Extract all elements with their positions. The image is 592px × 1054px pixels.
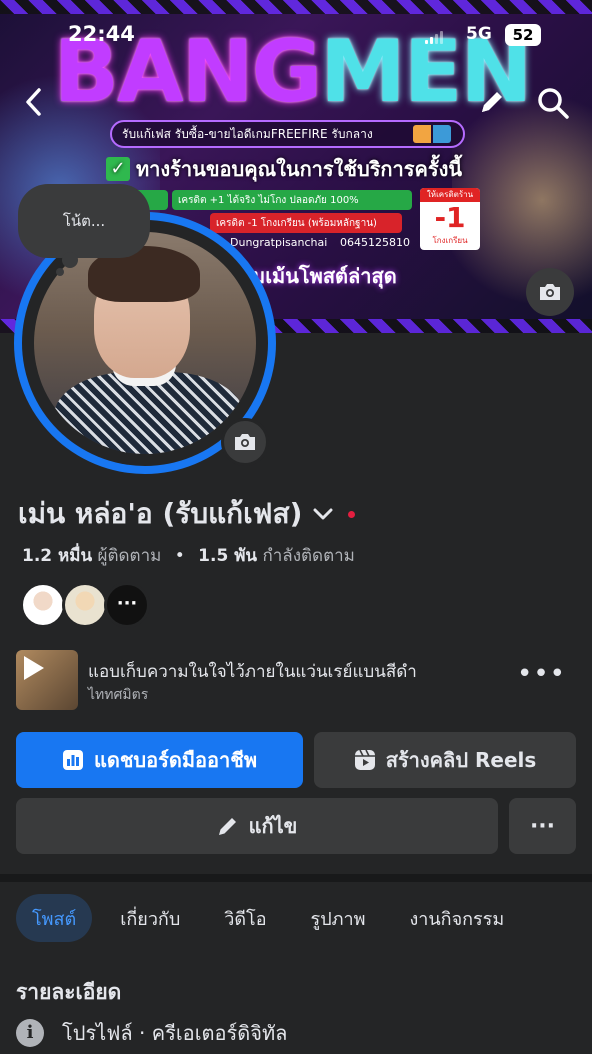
cover-credit-box: ให้เครดิตร้าน -1 โกงเกรียน [420, 188, 480, 250]
cover-pill-credit-minus: เครดิต -1 โกงเกรียน (พร้อมหลักฐาน) [210, 213, 402, 233]
cover-thanks-text: ทางร้านขอบคุณในการใช้บริการครั้งนี้ [136, 157, 463, 181]
stats-separator: • [174, 546, 185, 566]
tab-posts[interactable]: โพสต์ [16, 894, 93, 942]
tab-videos[interactable]: วิดีโอ [208, 894, 282, 942]
edit-profile-label: แก้ไข [248, 814, 298, 838]
signal-icon [425, 30, 443, 44]
cover-contact-name: Dungratpisanchai [230, 236, 328, 249]
professional-dashboard-button[interactable]: แดชบอร์ดมืออาชีพ [16, 732, 303, 788]
info-icon: i [16, 1019, 44, 1047]
more-options-button[interactable]: ··· [509, 798, 576, 854]
cover-credit-box-top: ให้เครดิตร้าน [420, 188, 480, 202]
camera-icon [235, 434, 255, 450]
more-friends-button[interactable]: ··· [104, 582, 150, 628]
follow-stats[interactable]: 1.2 หมื่น ผู้ติดตาม • 1.5 พัน กำลังติดตา… [22, 542, 355, 569]
following-count: 1.5 พัน [198, 546, 258, 566]
search-icon [538, 88, 569, 119]
dashboard-icon [62, 750, 83, 770]
music-artist: ไททศมิตร [88, 687, 149, 703]
friends-avatars[interactable]: ··· [20, 582, 150, 628]
note-bubble[interactable]: โน้ต... [18, 184, 150, 258]
friend-avatar[interactable] [20, 582, 66, 628]
chevron-down-icon[interactable] [312, 507, 334, 521]
edit-profile-button[interactable]: แก้ไข [16, 798, 498, 854]
back-button[interactable] [18, 84, 48, 120]
cover-contact-phone: 0645125810 [340, 236, 410, 249]
note-label: โน้ต... [62, 212, 106, 230]
profile-type-text: โปรไฟล์ · ครีเอเตอร์ดิจิทัล [62, 1021, 288, 1045]
friend-avatar[interactable] [62, 582, 108, 628]
tab-about[interactable]: เกี่ยวกับ [104, 894, 196, 942]
followers-count: 1.2 หมื่น [22, 546, 93, 566]
cover-contact: Dungratpisanchai 0645125810 [230, 236, 420, 254]
cover-tagline: รับแก้เฟส รับซื้อ-ขายไอดีเกมFREEFIRE รับ… [110, 120, 465, 148]
details-heading: รายละเอียด [16, 980, 122, 1004]
pencil-icon [218, 818, 236, 835]
following-label: กำลังติดตาม [262, 546, 355, 566]
status-bar: 22:44 5G 52 [0, 20, 592, 50]
chevron-left-icon [26, 88, 41, 116]
section-divider [0, 874, 592, 882]
cover-bottom-line: อมเม้นโพสต์ล่าสุด [240, 264, 397, 288]
profile-music[interactable]: แอบเก็บความในใจไว้ภายในแว่นเรย์แบนสีดำ ไ… [16, 648, 576, 710]
cover-credit-box-number: -1 [434, 201, 466, 234]
create-reels-label: สร้างคลิป Reels [385, 748, 537, 772]
note-bubble-tail [62, 252, 78, 268]
status-network: 5G [466, 24, 492, 44]
note-bubble-tail-small [56, 268, 64, 276]
camera-icon [540, 284, 560, 300]
music-thumbnail [16, 650, 78, 710]
profile-name-row[interactable]: เม่น หล่อ'อ (รับแก้เฟส) [18, 494, 356, 534]
edit-cover-button[interactable] [474, 84, 510, 120]
tab-events[interactable]: งานกิจกรรม [393, 894, 520, 942]
cover-tagline-text: รับแก้เฟส รับซื้อ-ขายไอดีเกมFREEFIRE รับ… [122, 126, 373, 141]
music-title: แอบเก็บความในใจไว้ภายในแว่นเรย์แบนสีดำ [88, 662, 417, 682]
reels-icon [354, 749, 375, 770]
search-button[interactable] [534, 84, 572, 122]
details-profile-type: i โปรไฟล์ · ครีเอเตอร์ดิจิทัล [16, 1018, 287, 1048]
tab-photos[interactable]: รูปภาพ [295, 894, 382, 942]
professional-dashboard-label: แดชบอร์ดมืออาชีพ [93, 748, 258, 772]
followers-label: ผู้ติดตาม [97, 546, 162, 566]
cover-tagline-images [413, 125, 451, 143]
cover-thanks: ✓ ทางร้านขอบคุณในการใช้บริการครั้งนี้ [106, 154, 536, 184]
cover-stripe-top [0, 0, 592, 14]
pencil-icon [482, 92, 502, 112]
play-icon[interactable] [24, 656, 44, 680]
cover-pill-credit-plus: เครดิต +1 ได้จริง ไม่โกง ปลอดภัย 100% [172, 190, 412, 210]
profile-name: เม่น หล่อ'อ (รับแก้เฟส) [18, 497, 303, 530]
change-cover-camera-button[interactable] [526, 268, 574, 316]
change-avatar-camera-button[interactable] [221, 418, 269, 466]
battery-icon: 52 [505, 24, 541, 46]
create-reels-button[interactable]: สร้างคลิป Reels [314, 732, 576, 788]
status-time: 22:44 [68, 22, 135, 46]
cover-credit-box-bottom: โกงเกรียน [432, 236, 468, 245]
checkmark-icon: ✓ [106, 157, 130, 181]
profile-tabs: โพสต์ เกี่ยวกับ วิดีโอ รูปภาพ งานกิจกรรม [16, 894, 576, 942]
music-more-button[interactable]: ••• [517, 661, 566, 687]
notification-dot [348, 510, 356, 518]
